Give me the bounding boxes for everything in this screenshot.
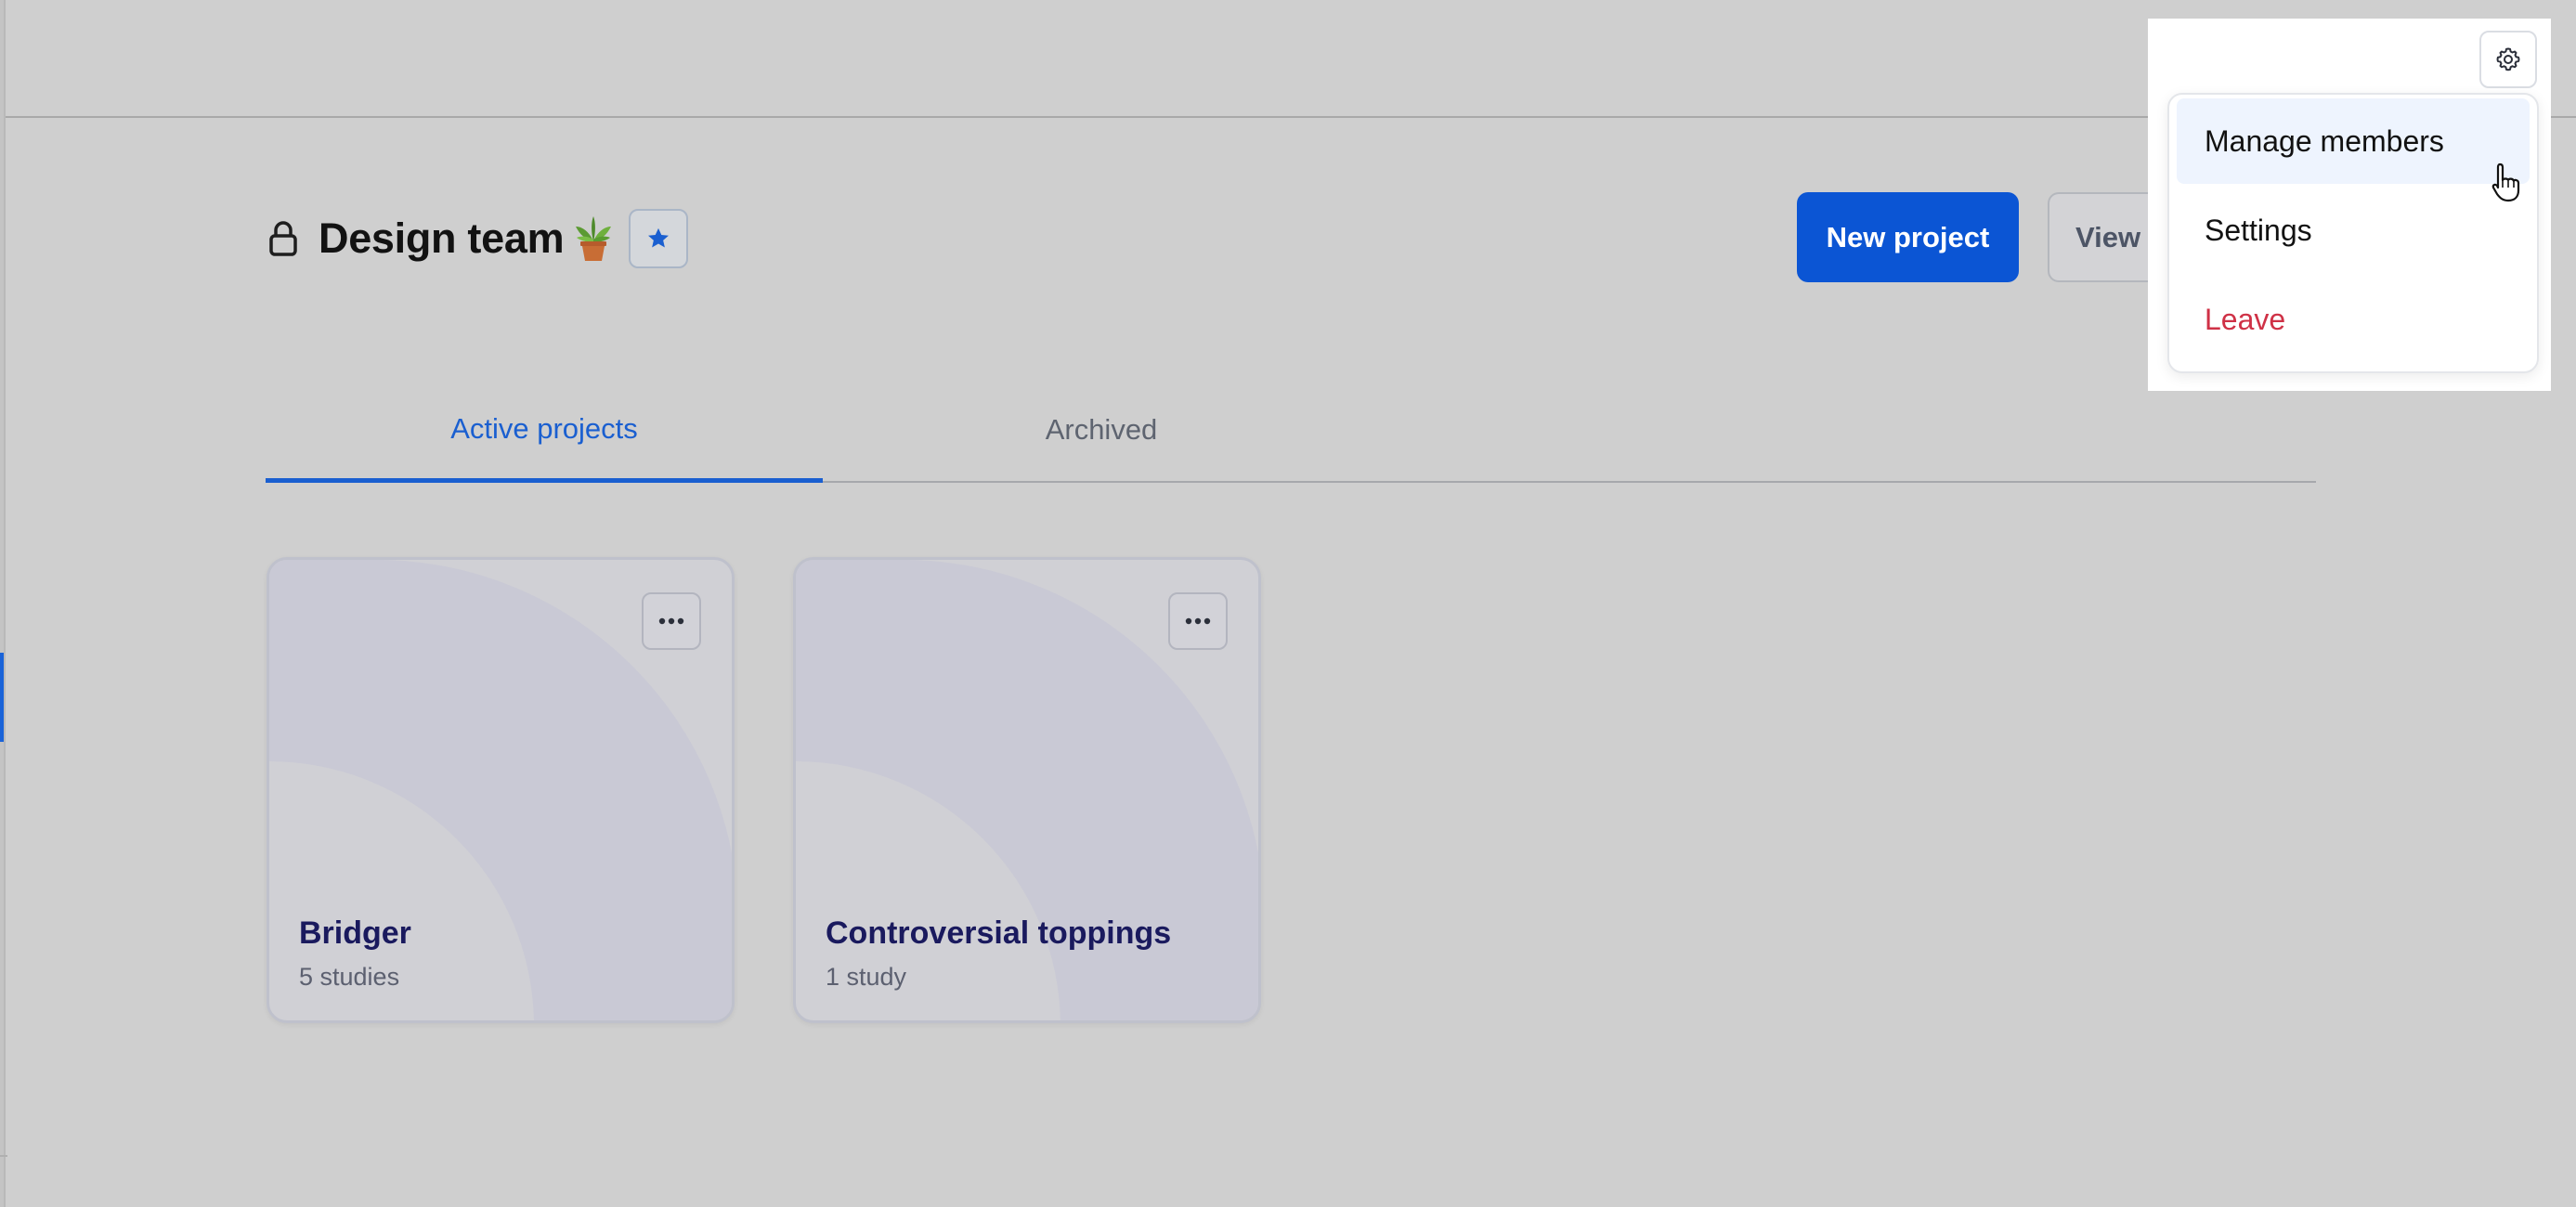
more-horizontal-icon [658, 617, 684, 625]
new-project-button[interactable]: New project [1797, 192, 2019, 282]
project-tabs: Active projects Archived [266, 379, 2316, 483]
menu-item-manage-members[interactable]: Manage members [2177, 98, 2530, 184]
pointer-cursor-icon [2491, 162, 2520, 202]
sidebar-active-indicator [0, 653, 4, 742]
project-card-bridger[interactable]: Bridger 5 studies [267, 557, 735, 1023]
menu-item-leave[interactable]: Leave [2177, 277, 2530, 362]
tab-active-projects[interactable]: Active projects [266, 379, 823, 483]
left-sidebar-edge [0, 0, 6, 1207]
lock-icon [269, 221, 297, 256]
app-window: Design team New project View Team Active… [0, 0, 2576, 1207]
favorite-button[interactable] [629, 209, 689, 268]
project-card-controversial-toppings[interactable]: Controversial toppings 1 study [793, 557, 1261, 1023]
team-settings-menu: Manage members Settings Leave [2167, 93, 2539, 373]
card-study-count: 1 study [826, 963, 907, 991]
tab-archived[interactable]: Archived [823, 379, 1380, 481]
card-title[interactable]: Controversial toppings [826, 915, 1171, 952]
gear-icon [2496, 47, 2520, 71]
team-header: Design team [267, 206, 689, 271]
card-title[interactable]: Bridger [299, 915, 411, 952]
card-more-button[interactable] [642, 592, 701, 650]
card-more-button[interactable] [1168, 592, 1228, 650]
page-title: Design team [319, 214, 565, 262]
card-study-count: 5 studies [299, 963, 400, 991]
plant-emoji-icon [576, 216, 612, 261]
menu-item-settings[interactable]: Settings [2177, 188, 2530, 273]
team-settings-button[interactable] [2479, 31, 2537, 88]
more-horizontal-icon [1185, 617, 1211, 625]
sidebar-divider [0, 1155, 7, 1157]
star-icon [648, 227, 670, 248]
